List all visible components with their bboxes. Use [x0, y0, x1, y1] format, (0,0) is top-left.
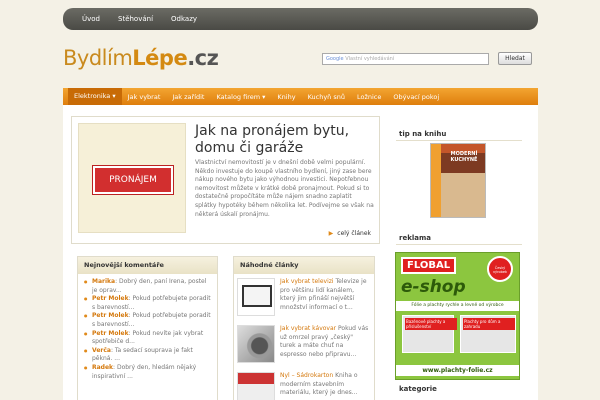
- ad-slogan: Fólie a plachty rychle a levně od výrobc…: [396, 301, 519, 311]
- nav-company-catalog[interactable]: Katalog firem ▾: [210, 93, 271, 101]
- comment-item: Petr Molek: Pokud potřebujete poradit s …: [84, 312, 211, 329]
- ad-garden-tarp-image: Plachty pro dům a zahradu: [460, 315, 516, 353]
- random-article: Nyl – Sádrokarton Kniha o moderním stave…: [234, 368, 374, 400]
- ad-eshop-title: e-shop: [401, 277, 466, 297]
- latest-comments-box: Nejnovější komentáře Marika: Dobrý den, …: [77, 256, 218, 400]
- random-article-text: Jak vybrat kávovar Pokud vás už omrzel p…: [280, 325, 370, 368]
- comment-author[interactable]: Verča: [92, 347, 111, 354]
- comment-author[interactable]: Petr Molek: [92, 295, 129, 302]
- book-tip-heading: tip na knihu: [399, 130, 447, 138]
- nav-how-to-choose[interactable]: Jak vybrat: [122, 93, 167, 101]
- comment-item: Radek: Dobrý den, hledám nějaký inspirat…: [84, 364, 211, 381]
- random-article-link[interactable]: Nyl – Sádrokarton: [280, 372, 333, 379]
- divider: [396, 140, 522, 141]
- topnav-home[interactable]: Úvod: [73, 15, 109, 23]
- book-cover[interactable]: MODERNÍ KUCHYNĚ: [430, 143, 486, 218]
- divider: [396, 244, 522, 245]
- comment-author[interactable]: Petr Molek: [92, 312, 129, 319]
- ad-caption: Bazénové plachty a příslušenství: [405, 318, 457, 330]
- topnav-links[interactable]: Odkazy: [162, 15, 206, 23]
- comments-heading: Nejnovější komentáře: [78, 257, 217, 274]
- featured-article: PRONÁJEM Jak na pronájem bytu, domu či g…: [71, 116, 380, 244]
- book-spine: [431, 144, 441, 217]
- google-label: Google: [326, 55, 344, 62]
- nav-electronics[interactable]: Elektronika ▾: [68, 88, 122, 105]
- random-article: Jak vybrat kávovar Pokud vás už omrzel p…: [234, 321, 374, 368]
- comment-item: Verča: Ta sedací souprava je fakt pěkná.…: [84, 347, 211, 364]
- ad-pool-cover-image: Bazénové plachty a příslušenství: [402, 315, 457, 353]
- featured-excerpt: Vlastnictví nemovitostí je v dnešní době…: [195, 159, 374, 218]
- advertisement-banner[interactable]: FLOBAL Český výrobek e-shop Fólie a plac…: [395, 252, 520, 380]
- comment-author[interactable]: Marika: [92, 278, 115, 285]
- ad-heading: reklama: [399, 234, 431, 242]
- featured-image[interactable]: PRONÁJEM: [78, 123, 186, 233]
- nav-how-to-furnish[interactable]: Jak zařídit: [166, 93, 210, 101]
- top-navigation: Úvod Stěhování Odkazy: [63, 8, 538, 30]
- nav-living-room[interactable]: Obývací pokoj: [387, 93, 445, 101]
- nav-dream-kitchen[interactable]: Kuchyň snů: [302, 93, 351, 101]
- coffee-machine-thumbnail[interactable]: [237, 325, 275, 363]
- comments-list: Marika: Dobrý den, paní Irena, postel je…: [78, 274, 217, 385]
- site-logo[interactable]: BydlímLépe.cz: [63, 46, 219, 70]
- logo-part1: Bydlím: [63, 46, 133, 70]
- random-article-link[interactable]: Jak vybrat televizi: [280, 278, 334, 285]
- search-input[interactable]: Google Vlastní vyhledávání: [322, 52, 489, 65]
- ad-url: www.plachty-folie.cz: [396, 365, 519, 376]
- random-heading: Náhodné články: [234, 257, 374, 274]
- categories-heading: kategorie: [399, 385, 437, 393]
- comment-item: Petr Molek: Pokud potřebujete poradit s …: [84, 295, 211, 312]
- ad-badge: Český výrobek: [487, 256, 513, 282]
- comment-author[interactable]: Radek: [92, 364, 113, 371]
- search-form: Google Vlastní vyhledávání Hledat: [322, 52, 532, 65]
- search-button[interactable]: Hledat: [498, 52, 532, 65]
- random-article-text: Nyl – Sádrokarton Kniha o moderním stave…: [280, 372, 370, 400]
- featured-title[interactable]: Jak na pronájem bytu, domu či garáže: [195, 123, 375, 157]
- book-cover-title: MODERNÍ KUCHYNĚ: [450, 151, 478, 163]
- nav-bedroom[interactable]: Ložnice: [351, 93, 387, 101]
- arrow-icon: ▶: [328, 230, 334, 237]
- tv-thumbnail[interactable]: [237, 278, 275, 316]
- comment-item: Marika: Dobrý den, paní Irena, postel je…: [84, 278, 211, 295]
- ad-brand-logo: FLOBAL: [401, 257, 457, 274]
- random-article-text: Jak vybrat televizi Televize je pro větš…: [280, 278, 370, 321]
- comment-item: Petr Molek: Pokud nevíte jak vybrat spot…: [84, 330, 211, 347]
- search-placeholder: Vlastní vyhledávání: [345, 55, 395, 62]
- read-more-label: celý článek: [337, 230, 371, 237]
- logo-part3: .cz: [187, 46, 219, 70]
- book-thumbnail[interactable]: [237, 372, 275, 400]
- nav-books[interactable]: Knihy: [271, 93, 301, 101]
- comment-author[interactable]: Petr Molek: [92, 330, 129, 337]
- main-navigation: Elektronika ▾ Jak vybrat Jak zařídit Kat…: [63, 88, 538, 105]
- rent-sign: PRONÁJEM: [93, 166, 173, 194]
- random-article-link[interactable]: Jak vybrat kávovar: [280, 325, 336, 332]
- random-article: Jak vybrat televizi Televize je pro větš…: [234, 274, 374, 321]
- logo-part2: Lépe: [132, 46, 188, 70]
- read-more-link[interactable]: ▶ celý článek: [329, 230, 371, 237]
- topnav-moving[interactable]: Stěhování: [109, 15, 162, 23]
- random-articles-box: Náhodné články Jak vybrat televizi Telev…: [233, 256, 375, 400]
- ad-caption: Plachty pro dům a zahradu: [463, 318, 515, 330]
